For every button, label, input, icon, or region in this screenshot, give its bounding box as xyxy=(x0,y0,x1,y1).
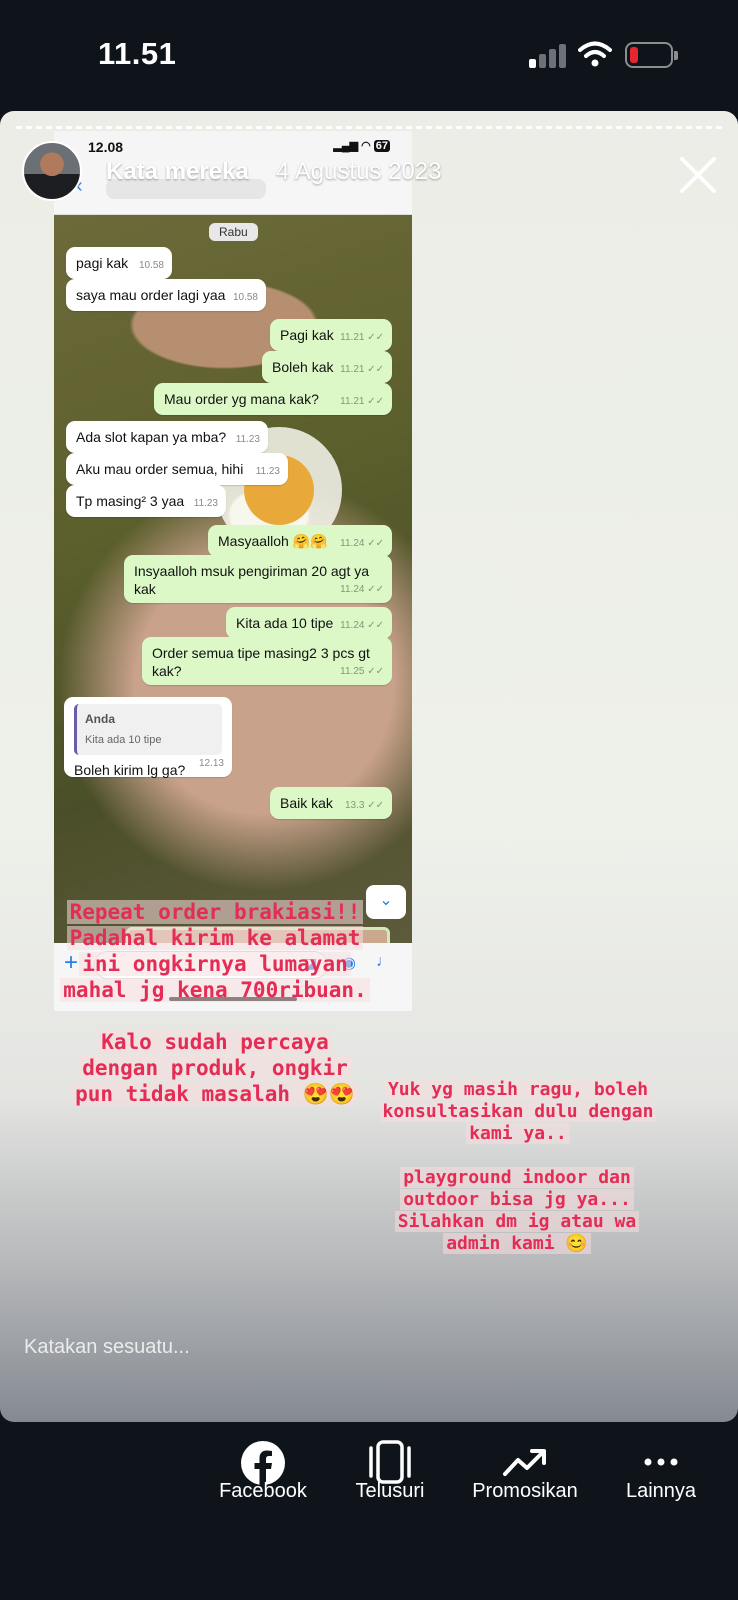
chat-bubble-sent: Masyaalloh 🤗🤗 11.24 ✓✓ xyxy=(208,525,392,557)
message-text: Boleh kak xyxy=(272,359,334,375)
message-time: 11.23 xyxy=(255,466,280,477)
message-time: 11.21 ✓✓ xyxy=(340,396,384,407)
quoted-author: Anda xyxy=(85,712,115,726)
chat-bubble-sent: Kita ada 10 tipe 11.24 ✓✓ xyxy=(226,607,392,639)
story-date: 4 Agustus 2023 xyxy=(276,158,442,185)
story-author[interactable]: Kata mereka xyxy=(106,158,249,186)
message-text: Aku mau order semua, hihi xyxy=(76,461,244,477)
day-separator: Rabu xyxy=(209,223,258,241)
avatar[interactable] xyxy=(22,141,82,201)
message-text: Boleh kirim lg ga? xyxy=(74,762,186,778)
message-text: Masyaalloh 🤗🤗 xyxy=(218,533,328,549)
message-text: Baik kak xyxy=(280,795,333,811)
chat-bubble-sent: Boleh kak 11.21 ✓✓ xyxy=(262,351,392,383)
message-text: Order semua tipe masing2 3 pcs gt kak? xyxy=(152,645,370,679)
promote-label: Promosikan xyxy=(472,1480,578,1502)
message-time: 11.23 xyxy=(235,434,260,445)
chat-bubble-sent: Baik kak 13.3 ✓✓ xyxy=(270,787,392,819)
message-text: Tp masing² 3 yaa xyxy=(76,493,185,509)
caption-consult: Yuk yg masih ragu, boleh konsultasikan d… xyxy=(378,1079,658,1145)
chat-bubble-sent: Insyaalloh msuk pengiriman 20 agt ya kak… xyxy=(124,555,392,603)
message-time: 10.58 xyxy=(138,260,164,271)
message-text: pagi kak xyxy=(76,255,129,271)
message-time: 11.23 xyxy=(193,498,218,509)
message-text: Insyaalloh msuk pengiriman 20 agt ya kak xyxy=(134,563,370,597)
message-time: 11.21 ✓✓ xyxy=(340,332,384,343)
message-text: Ada slot kapan ya mba? xyxy=(76,429,227,445)
quoted-text: Kita ada 10 tipe xyxy=(85,734,162,746)
more-label: Lainnya xyxy=(625,1480,697,1502)
message-time: 11.24 ✓✓ xyxy=(340,584,384,595)
screenshot-status-bar: 12.08 ▂▄▆ ◠ 67 xyxy=(54,131,412,161)
quoted-message: Anda Kita ada 10 tipe xyxy=(74,704,222,755)
story-progress-bar xyxy=(16,126,722,129)
facebook-label: Facebook xyxy=(219,1480,307,1502)
message-time: 11.24 ✓✓ xyxy=(340,538,384,549)
chat-bubble-received: Aku mau order semua, hihi 11.23 xyxy=(66,453,288,485)
message-text: Mau order yg mana kak? xyxy=(164,391,319,407)
chat-bubble-sent: Order semua tipe masing2 3 pcs gt kak? 11… xyxy=(142,637,392,685)
message-text: Kita ada 10 tipe xyxy=(236,615,334,631)
scroll-down-icon: ⌄ xyxy=(366,885,406,919)
reply-input[interactable]: Katakan sesuatu... xyxy=(24,1336,190,1359)
close-icon[interactable] xyxy=(676,153,720,197)
screenshot-status-icons: ▂▄▆ ◠ 67 xyxy=(333,140,390,152)
story-card[interactable]: 12.08 ▂▄▆ ◠ 67 ‹ Rabu pagi kak 10.58 saya … xyxy=(0,111,738,1422)
chat-bubble-received: Tp masing² 3 yaa 11.23 xyxy=(66,485,226,517)
message-time: 12.13 xyxy=(198,758,224,769)
cellular-signal-icon xyxy=(529,42,566,68)
message-time: 11.24 ✓✓ xyxy=(340,620,384,631)
chat-bubble-received: Ada slot kapan ya mba? 11.23 xyxy=(66,421,268,453)
more-icon xyxy=(644,1458,678,1466)
microphone-icon: ♩ xyxy=(376,953,392,970)
screenshot-battery: 67 xyxy=(373,140,390,152)
message-text: saya mau order lagi yaa xyxy=(76,287,226,303)
message-time: 13.3 ✓✓ xyxy=(345,800,384,811)
caption-trust: Kalo sudah percaya dengan produk, ongkir… xyxy=(70,1029,360,1107)
chat-bubble-sent: Pagi kak 11.21 ✓✓ xyxy=(270,319,392,351)
screenshot-time: 12.08 xyxy=(88,139,124,155)
battery-icon xyxy=(625,42,678,68)
chat-screenshot: 12.08 ▂▄▆ ◠ 67 ‹ Rabu pagi kak 10.58 saya … xyxy=(54,131,412,1011)
browse-label: Telusuri xyxy=(355,1480,425,1502)
wifi-icon xyxy=(578,41,612,67)
chat-bubble-received: saya mau order lagi yaa 10.58 xyxy=(66,279,266,311)
status-time: 11.51 xyxy=(98,36,177,71)
chat-bubble-received: pagi kak 10.58 xyxy=(66,247,172,279)
message-time: 10.58 xyxy=(232,292,258,303)
caption-repeat-order: Repeat order brakiasi!! Padahal kirim ke… xyxy=(60,899,370,1003)
caption-playground: playground indoor dan outdoor bisa jg ya… xyxy=(386,1167,648,1255)
screen: 11.51 12.08 ▂▄▆ ◠ 67 ‹ Rabu pagi kak 10.5… xyxy=(0,0,738,1600)
trending-up-icon xyxy=(503,1449,546,1476)
chat-bubble-received: Anda Kita ada 10 tipe Boleh kirim lg ga? 12… xyxy=(64,697,232,778)
message-text: Pagi kak xyxy=(280,327,334,343)
message-time: 11.25 ✓✓ xyxy=(340,666,384,677)
chat-wallpaper: Rabu pagi kak 10.58 saya mau order lagi ya… xyxy=(54,215,412,949)
message-time: 11.21 ✓✓ xyxy=(340,364,384,375)
phone-browse-icon xyxy=(369,1440,411,1484)
chat-bubble-sent: Mau order yg mana kak? 11.21 ✓✓ xyxy=(154,383,392,415)
